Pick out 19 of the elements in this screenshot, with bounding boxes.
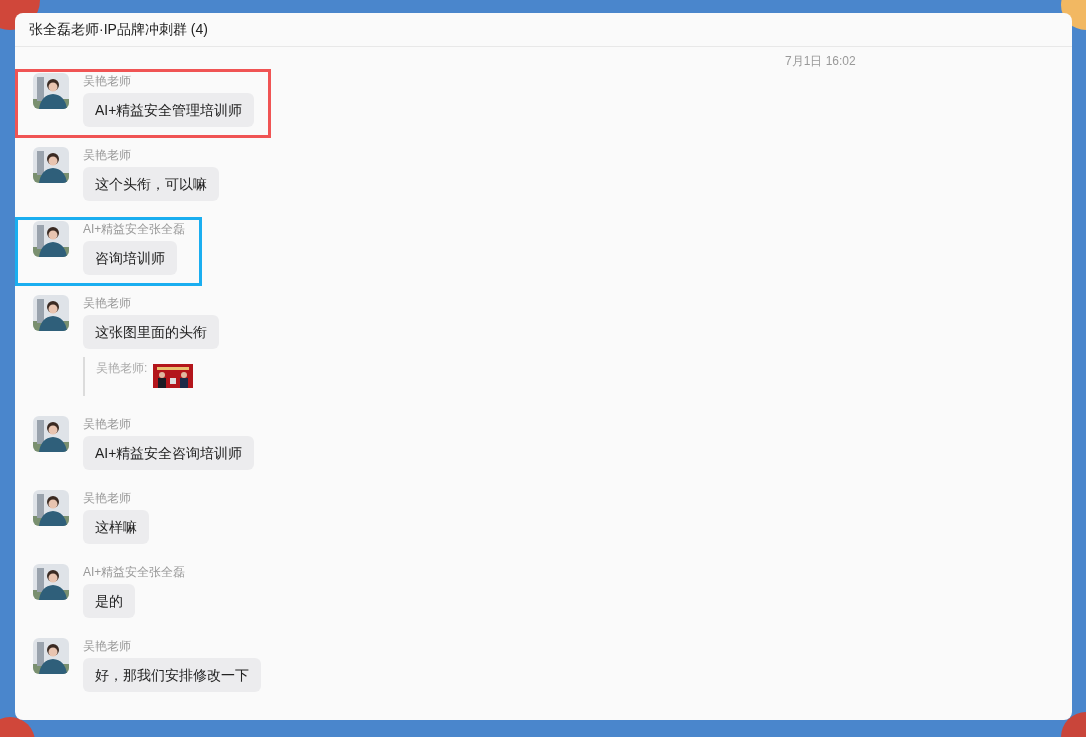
- sender-name: 吴艳老师: [83, 416, 131, 432]
- message-bubble: AI+精益安全管理培训师: [83, 93, 255, 127]
- message-bubble: 这样嘛: [83, 510, 149, 544]
- sender-name: 吴艳老师: [83, 490, 131, 506]
- sender-name: 吴艳老师: [83, 638, 131, 654]
- message-bubble: 咨询培训师: [83, 241, 177, 275]
- sender-name: 吴艳老师: [83, 73, 131, 89]
- message-bubble: 是的: [83, 584, 135, 618]
- message-bubble: 这个头衔，可以嘛: [83, 167, 219, 201]
- sender-name: AI+精益安全张全磊: [83, 221, 186, 237]
- timestamp: 7月1日 16:02: [785, 54, 856, 68]
- message-bubble: 好，那我们安排修改一下: [83, 658, 261, 692]
- window-title: 张全磊老师·IP品牌冲刺群 (4): [29, 20, 208, 39]
- sender-name: 吴艳老师: [83, 147, 131, 163]
- message-bubble: 这张图里面的头衔: [83, 315, 219, 349]
- sender-name: AI+精益安全张全磊: [83, 564, 186, 580]
- message-bubble: AI+精益安全咨询培训师: [83, 436, 255, 470]
- quote-sender: 吴艳老师:: [96, 360, 148, 376]
- sender-name: 吴艳老师: [83, 295, 131, 311]
